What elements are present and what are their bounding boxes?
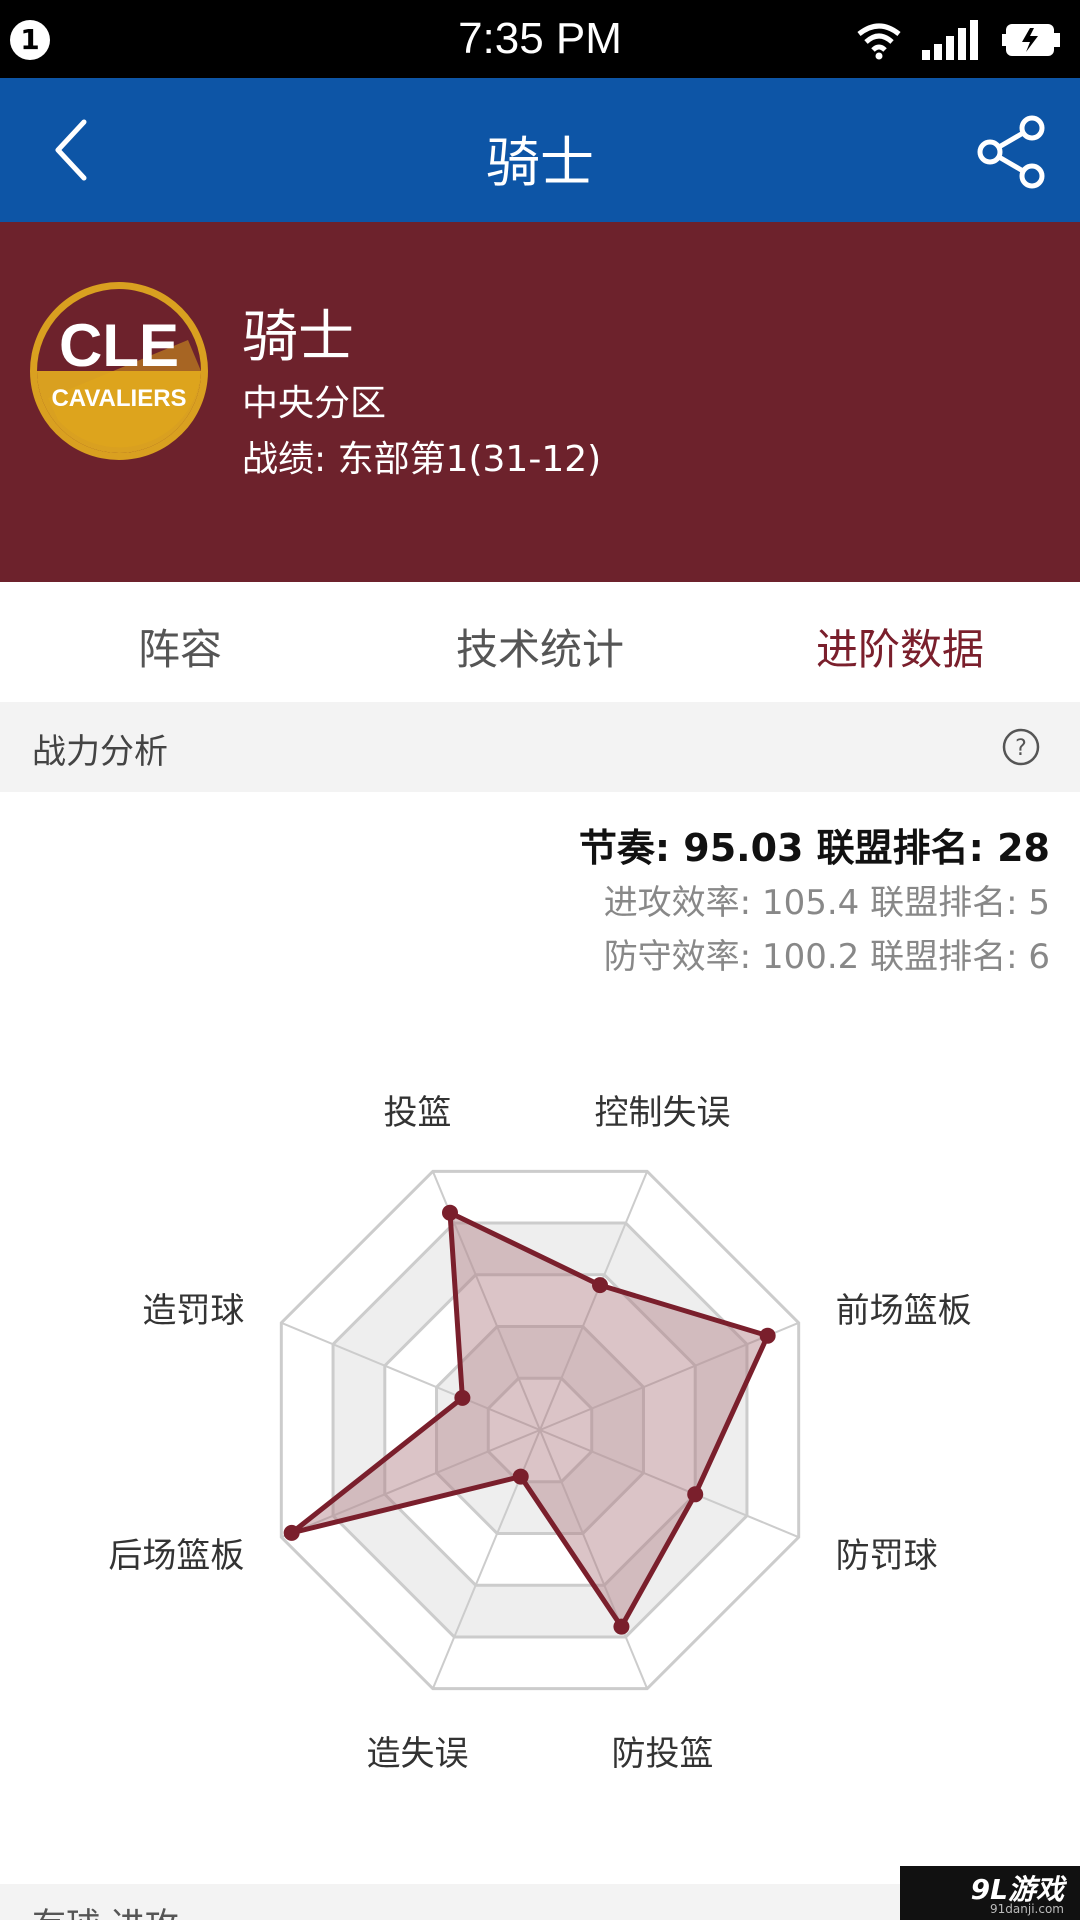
svg-text:CLE: CLE xyxy=(59,312,179,379)
watermark: 9L游戏 91danji.com xyxy=(900,1866,1080,1920)
radar-axis-label: 防投篮 xyxy=(611,1733,714,1774)
svg-text:CAVALIERS: CAVALIERS xyxy=(51,385,186,412)
tab-roster[interactable]: 阵容 xyxy=(0,616,360,677)
pace-stat: 节奏: 95.03 联盟排名: 28 xyxy=(578,826,1050,870)
radar-data-point xyxy=(454,1389,471,1406)
tab-stats[interactable]: 技术统计 xyxy=(360,616,720,677)
radar-chart-svg xyxy=(279,1169,801,1691)
status-bar: 1 7:35 PM xyxy=(0,0,1080,78)
radar-data-point xyxy=(283,1524,300,1541)
battery-charging-icon xyxy=(1002,24,1060,56)
section-title: 战力分析 xyxy=(32,732,168,772)
radar-data-point xyxy=(613,1618,630,1635)
share-button[interactable] xyxy=(974,114,1050,190)
radar-axis-label: 投篮 xyxy=(383,1093,452,1134)
radar-axis-label: 防罚球 xyxy=(835,1535,938,1576)
team-logo: CLE CAVALIERS xyxy=(30,282,208,460)
radar-data-point xyxy=(512,1468,529,1485)
radar-chart: 投篮 控制失误前场篮板防罚球防投篮 造失误 后场篮板 造罚球 xyxy=(0,1060,1080,1773)
share-icon xyxy=(977,115,1045,189)
team-record: 战绩: 东部第1(31-12) xyxy=(242,439,602,480)
offense-stat: 进攻效率: 105.4 联盟排名: 5 xyxy=(603,883,1050,923)
question-circle-icon[interactable]: ? xyxy=(1002,728,1040,766)
defense-stat: 防守效率: 100.2 联盟排名: 6 xyxy=(603,937,1050,977)
team-header: CLE CAVALIERS 骑士 中央分区 战绩: 东部第1(31-12) xyxy=(0,222,1080,582)
section-header: 战力分析 ? xyxy=(0,702,1080,792)
signal-icon xyxy=(922,20,978,60)
tab-bar: 阵容 技术统计 进阶数据 xyxy=(0,582,1080,703)
status-icons xyxy=(856,18,1064,62)
bottom-section-title: 有球 进攻 xyxy=(32,1898,179,1920)
team-division: 中央分区 xyxy=(242,383,387,424)
tab-advanced-data[interactable]: 进阶数据 xyxy=(720,616,1080,677)
radar-data-point xyxy=(592,1277,609,1294)
page-title: 骑士 xyxy=(486,131,594,194)
app-bar: 骑士 xyxy=(0,78,1080,222)
radar-data-point xyxy=(687,1486,704,1503)
team-name: 骑士 xyxy=(242,305,354,370)
radar-data-point xyxy=(759,1327,776,1344)
radar-data-point xyxy=(441,1204,458,1221)
svg-text:?: ? xyxy=(1015,736,1027,761)
radar-axis-label: 控制失误 xyxy=(594,1093,731,1134)
wifi-icon xyxy=(857,23,901,60)
watermark-url: 91danji.com xyxy=(990,1902,1064,1916)
radar-axis-label: 后场篮板 xyxy=(108,1535,245,1576)
radar-axis-label: 前场篮板 xyxy=(835,1291,972,1332)
radar-axis-label: 造罚球 xyxy=(142,1291,245,1332)
radar-axis-label: 造失误 xyxy=(366,1733,469,1774)
efficiency-stats: 节奏: 95.03 联盟排名: 28 进攻效率: 105.4 联盟排名: 5 防… xyxy=(579,820,1050,984)
